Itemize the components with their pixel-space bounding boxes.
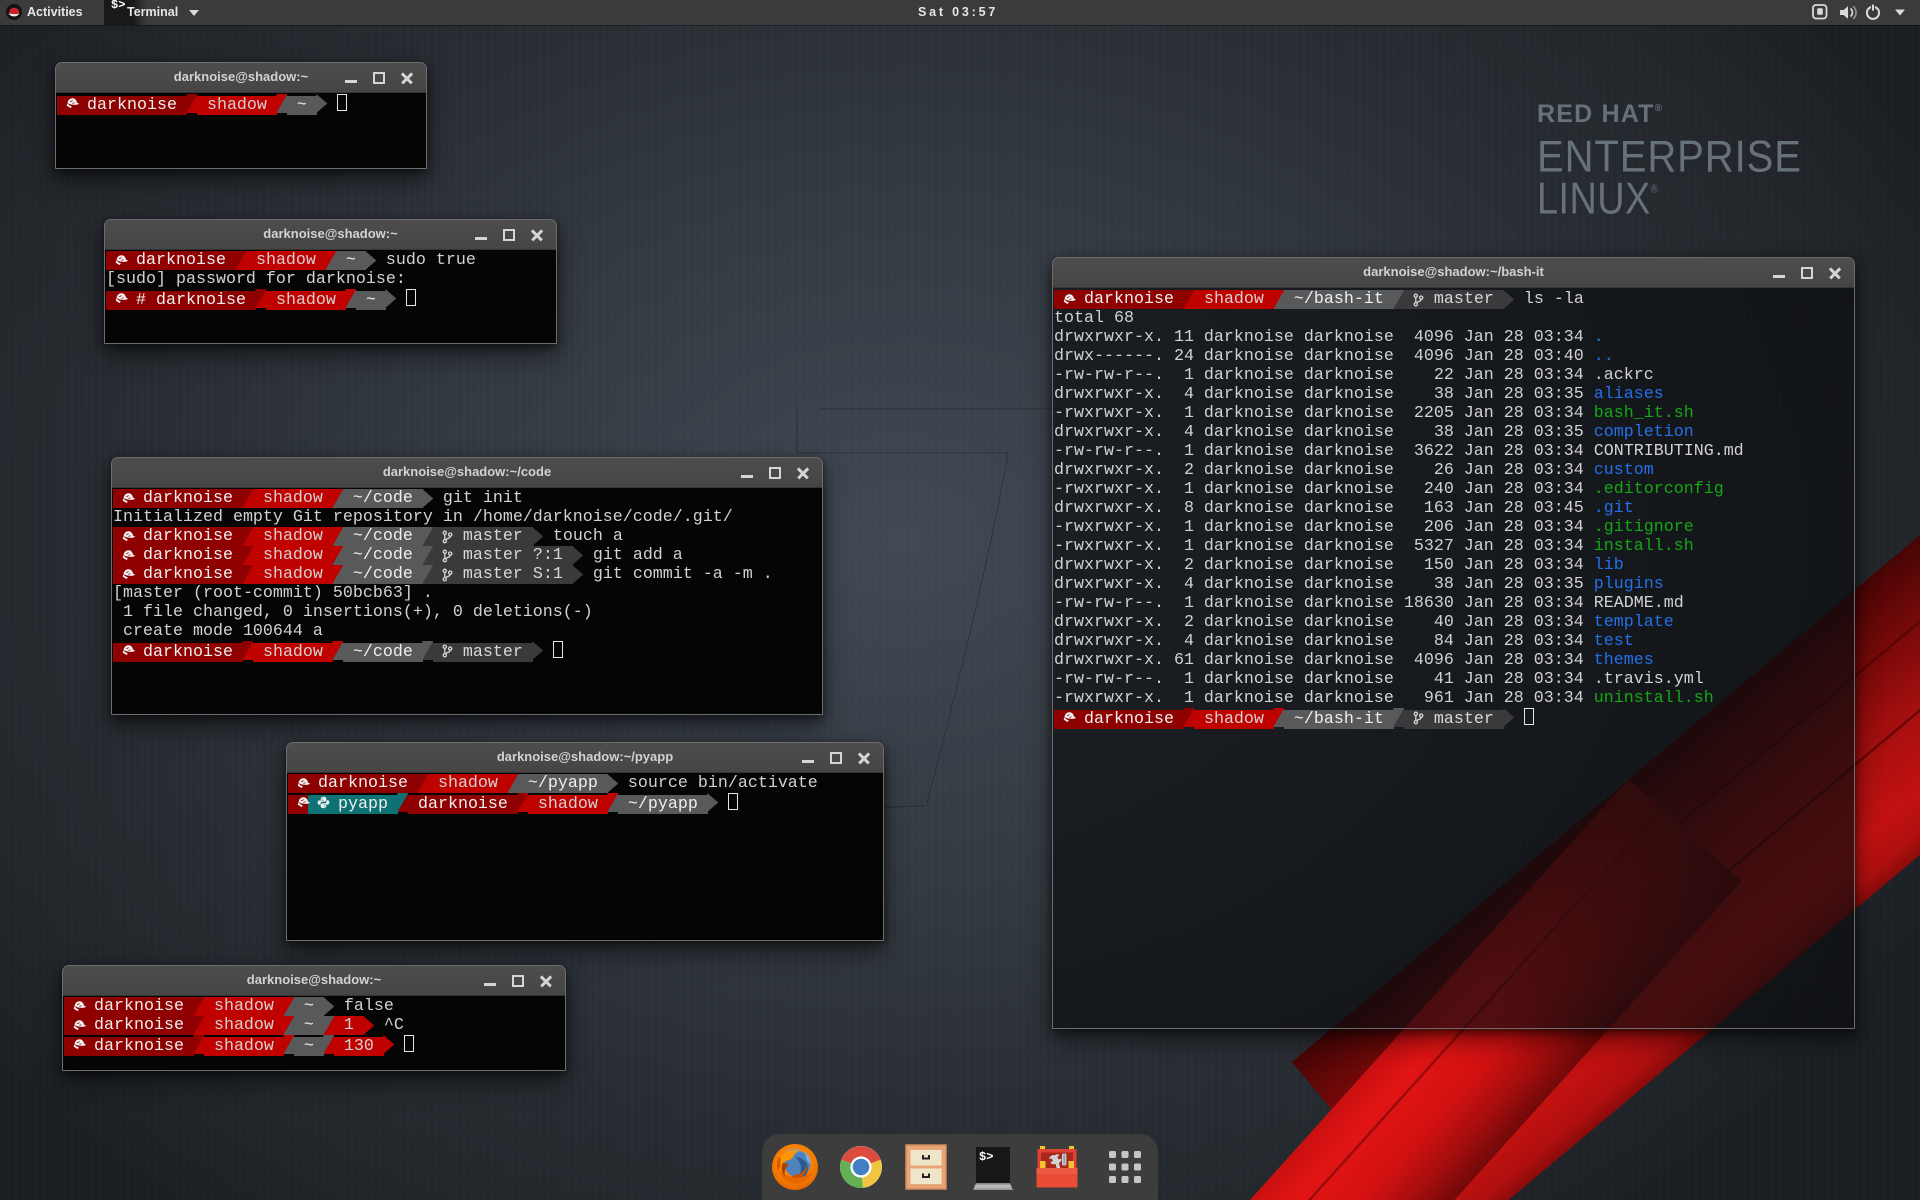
- svg-text:$>: $>: [979, 1150, 993, 1164]
